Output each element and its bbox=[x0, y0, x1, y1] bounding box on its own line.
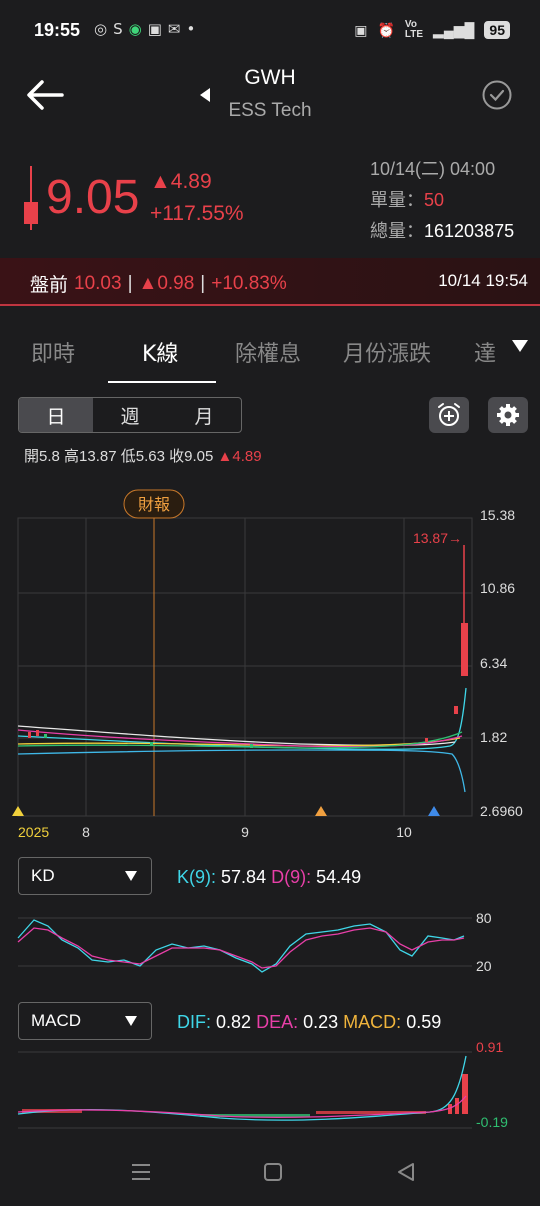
period-week[interactable]: 週 bbox=[93, 398, 167, 432]
kd-chart[interactable]: 80 20 bbox=[0, 906, 540, 976]
alarm-icon: ⏰ bbox=[377, 21, 395, 38]
nfc-icon: ▣ bbox=[354, 21, 368, 38]
tab-realtime[interactable]: 即時 bbox=[31, 336, 75, 368]
price-change: ▲4.89 bbox=[150, 170, 212, 193]
x-tick: 9 bbox=[241, 824, 249, 840]
y-tick: 15.38 bbox=[480, 507, 515, 523]
tab-dividend[interactable]: 除權息 bbox=[235, 336, 301, 368]
candle-latest bbox=[461, 623, 468, 676]
status-bar: 19:55 ◎ S ◉ ▣ ✉ • ▣ ⏰ Vo LTE ▂▄▆█ 95 bbox=[0, 0, 540, 62]
y-tick: 2.6960 bbox=[480, 803, 523, 819]
kd-selector[interactable]: KD bbox=[18, 857, 152, 895]
premarket-time: 10/14 19:54 bbox=[438, 271, 528, 290]
tab-dropdown-icon[interactable] bbox=[512, 340, 528, 352]
marker-orange-icon[interactable] bbox=[315, 806, 327, 816]
mini-candle-icon bbox=[24, 166, 38, 230]
tab-bar: 即時 K線 除權息 月份漲跌 達 bbox=[0, 316, 540, 386]
dot-icon: • bbox=[186, 20, 196, 38]
volte-icon: Vo LTE bbox=[404, 19, 424, 40]
messenger-icon: ◎ bbox=[94, 20, 108, 38]
recents-icon[interactable] bbox=[130, 1162, 152, 1182]
macd-y-top: 0.91 bbox=[476, 1039, 503, 1055]
unit-volume: 單量：50 bbox=[370, 190, 445, 210]
x-tick: 10 bbox=[396, 824, 412, 840]
kline-chart[interactable]: 財報 13.87→ 15.38 10.86 6.34 1.82 2.6960 2… bbox=[0, 488, 540, 844]
d-line bbox=[17, 927, 465, 969]
chevron-down-icon bbox=[125, 871, 137, 881]
period-month[interactable]: 月 bbox=[167, 398, 241, 432]
y-tick: 6.34 bbox=[480, 655, 507, 671]
quote-datetime: 10/14(二) 04:00 bbox=[370, 159, 496, 179]
candle bbox=[425, 738, 428, 742]
mail-icon: ✉ bbox=[167, 20, 181, 38]
x-tick-year: 2025 bbox=[18, 824, 49, 840]
chevron-down-icon bbox=[125, 1016, 137, 1026]
kd-y-tick: 20 bbox=[476, 958, 492, 974]
macd-y-bottom: -0.19 bbox=[476, 1114, 508, 1130]
total-volume: 總量：161203875 bbox=[370, 221, 515, 241]
status-time: 19:55 bbox=[34, 20, 81, 40]
candle bbox=[28, 732, 31, 738]
company-name: ESS Tech bbox=[228, 100, 312, 121]
candle bbox=[250, 744, 253, 748]
k-line bbox=[17, 919, 465, 973]
x-tick: 8 bbox=[82, 824, 90, 840]
system-icons: ▣ ⏰ Vo LTE ▂▄▆█ 95 bbox=[354, 20, 510, 40]
macd-selector[interactable]: MACD bbox=[18, 1002, 152, 1040]
ohlc-summary: 開5.8 高13.87 低5.63 收9.05 ▲4.89 bbox=[24, 448, 262, 465]
macd-chart[interactable]: 0.91 -0.19 bbox=[0, 1036, 540, 1136]
y-tick: 10.86 bbox=[480, 580, 515, 596]
gear-icon bbox=[497, 404, 519, 426]
price-change-percent: +117.55% bbox=[150, 202, 244, 225]
signal-icon: ▂▄▆█ bbox=[433, 21, 475, 38]
ticker-symbol: GWH bbox=[244, 66, 296, 89]
y-tick: 1.82 bbox=[480, 729, 507, 745]
kd-values: K(9): 57.84 D(9): 54.49 bbox=[177, 867, 362, 887]
period-toggle: 日 週 月 bbox=[18, 397, 242, 433]
tab-monthly[interactable]: 月份漲跌 bbox=[343, 336, 431, 368]
settings-button[interactable] bbox=[488, 397, 528, 433]
tab-kline[interactable]: K線 bbox=[142, 336, 178, 368]
kd-y-tick: 80 bbox=[476, 910, 492, 926]
system-nav-bar bbox=[0, 1136, 540, 1206]
alarm-plus-icon bbox=[438, 403, 460, 426]
premarket-info: 盤前 10.03 | ▲0.98 | +10.83% bbox=[30, 270, 287, 297]
battery-indicator: 95 bbox=[484, 21, 510, 39]
candle bbox=[150, 742, 153, 745]
premarket-change: ▲0.98 bbox=[138, 272, 195, 294]
instagram-icon: ▣ bbox=[147, 20, 162, 38]
macd-values: DIF: 0.82 DEA: 0.23 MACD: 0.59 bbox=[177, 1012, 442, 1032]
last-price: 9.05 bbox=[46, 171, 140, 224]
candle bbox=[44, 734, 47, 738]
ma-line-blue bbox=[17, 749, 466, 793]
candles bbox=[28, 545, 468, 748]
alarm-button[interactable] bbox=[429, 397, 469, 433]
chat-icon: ◉ bbox=[128, 20, 142, 38]
check-circle-icon[interactable] bbox=[482, 80, 512, 110]
candle bbox=[36, 730, 39, 736]
notification-icons: ◎ S ◉ ▣ ✉ • bbox=[94, 20, 195, 38]
candle bbox=[454, 706, 458, 714]
premarket-change-percent: +10.83% bbox=[211, 272, 287, 294]
back-icon[interactable] bbox=[396, 1162, 416, 1182]
period-day[interactable]: 日 bbox=[19, 398, 93, 432]
home-icon[interactable] bbox=[263, 1162, 283, 1182]
earnings-label: 財報 bbox=[138, 495, 170, 514]
tab-more[interactable]: 達 bbox=[474, 336, 502, 368]
premarket-price: 10.03 bbox=[74, 272, 122, 294]
ma-line-cyan bbox=[17, 687, 467, 750]
s-app-icon: S bbox=[113, 20, 123, 38]
premarket-label: 盤前 bbox=[30, 275, 69, 296]
high-marker: 13.87→ bbox=[413, 530, 462, 546]
marker-blue-icon[interactable] bbox=[428, 806, 440, 816]
marker-yellow-icon[interactable] bbox=[12, 806, 24, 816]
tab-indicator bbox=[108, 381, 216, 383]
